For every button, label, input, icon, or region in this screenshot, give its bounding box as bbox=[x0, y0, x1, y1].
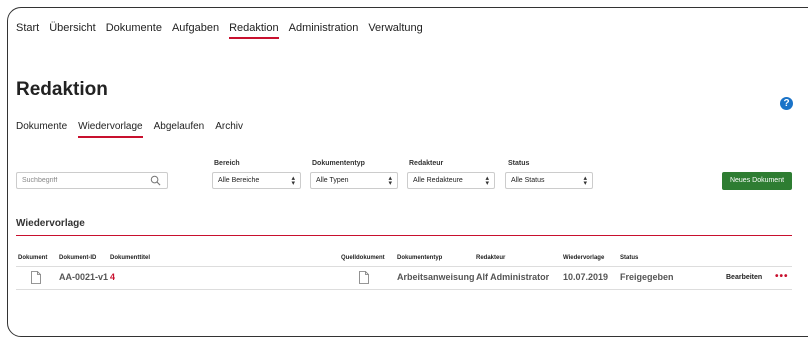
header-dokument: Dokument bbox=[18, 255, 48, 261]
row-divider bbox=[16, 266, 792, 267]
source-document-icon[interactable] bbox=[359, 271, 369, 284]
redakteur-value: Alle Redakteure bbox=[413, 177, 463, 184]
cell-wiedervorlage: 10.07.2019 bbox=[563, 272, 609, 282]
help-icon[interactable]: ? bbox=[780, 97, 793, 110]
dokumententyp-select[interactable]: Alle Typen ▴ ▾ bbox=[310, 172, 398, 189]
dokumententyp-label: Dokumententyp bbox=[312, 160, 365, 167]
redakteur-select[interactable]: Alle Redakteure ▴ ▾ bbox=[407, 172, 495, 189]
sub-tabs: Dokumente Wiedervorlage Abgelaufen Archi… bbox=[16, 121, 254, 138]
section-title: Wiedervorlage bbox=[16, 218, 85, 229]
cell-dokumenttitel[interactable]: 4 bbox=[110, 272, 115, 282]
cell-redakteur: Alf Administrator bbox=[476, 272, 550, 282]
nav-uebersicht[interactable]: Übersicht bbox=[49, 22, 95, 34]
tab-dokumente[interactable]: Dokumente bbox=[16, 121, 67, 132]
bereich-select[interactable]: Alle Bereiche ▴ ▾ bbox=[212, 172, 301, 189]
status-select[interactable]: Alle Status ▴ ▾ bbox=[505, 172, 593, 189]
status-label: Status bbox=[508, 160, 530, 167]
select-arrows-icon: ▴ ▾ bbox=[291, 175, 295, 187]
select-arrows-icon: ▴ ▾ bbox=[583, 175, 587, 187]
header-status: Status bbox=[620, 255, 639, 261]
cell-dokumententyp: Arbeitsanweisung bbox=[397, 272, 475, 282]
document-icon[interactable] bbox=[31, 271, 41, 284]
section-divider bbox=[16, 235, 792, 236]
tab-archiv[interactable]: Archiv bbox=[215, 121, 243, 132]
header-redakteur: Redakteur bbox=[476, 255, 506, 261]
nav-verwaltung[interactable]: Verwaltung bbox=[368, 22, 422, 34]
nav-redaktion[interactable]: Redaktion bbox=[229, 22, 279, 39]
bereich-value: Alle Bereiche bbox=[218, 177, 260, 184]
tab-abgelaufen[interactable]: Abgelaufen bbox=[154, 121, 205, 132]
status-value: Alle Status bbox=[511, 177, 545, 184]
header-dokumententyp: Dokumententyp bbox=[397, 255, 443, 261]
page-title: Redaktion bbox=[16, 79, 108, 100]
redakteur-label: Redakteur bbox=[409, 160, 444, 167]
header-wiedervorlage: Wiedervorlage bbox=[563, 255, 605, 261]
select-arrows-icon: ▴ ▾ bbox=[388, 175, 392, 187]
header-dokument-id: Dokument-ID bbox=[59, 255, 97, 261]
nav-start[interactable]: Start bbox=[16, 22, 39, 34]
nav-administration[interactable]: Administration bbox=[289, 22, 359, 34]
more-icon[interactable]: ••• bbox=[775, 271, 789, 282]
select-arrows-icon: ▴ ▾ bbox=[485, 175, 489, 187]
top-navigation: Start Übersicht Dokumente Aufgaben Redak… bbox=[16, 22, 433, 39]
dokumententyp-value: Alle Typen bbox=[316, 177, 349, 184]
search-icon[interactable] bbox=[150, 175, 161, 186]
new-document-button[interactable]: Neues Dokument bbox=[722, 172, 792, 190]
search-field[interactable] bbox=[16, 172, 168, 189]
row-divider bbox=[16, 289, 792, 290]
header-quelldokument: Quelldokument bbox=[341, 255, 385, 261]
edit-button[interactable]: Bearbeiten bbox=[726, 274, 762, 281]
tab-wiedervorlage[interactable]: Wiedervorlage bbox=[78, 121, 144, 138]
header-dokumenttitel: Dokumenttitel bbox=[110, 255, 151, 261]
cell-status: Freigegeben bbox=[620, 272, 674, 282]
nav-aufgaben[interactable]: Aufgaben bbox=[172, 22, 219, 34]
nav-dokumente[interactable]: Dokumente bbox=[106, 22, 162, 34]
search-input[interactable] bbox=[22, 177, 142, 184]
bereich-label: Bereich bbox=[214, 160, 240, 167]
cell-dokument-id[interactable]: AA-0021-v1 bbox=[59, 272, 108, 282]
